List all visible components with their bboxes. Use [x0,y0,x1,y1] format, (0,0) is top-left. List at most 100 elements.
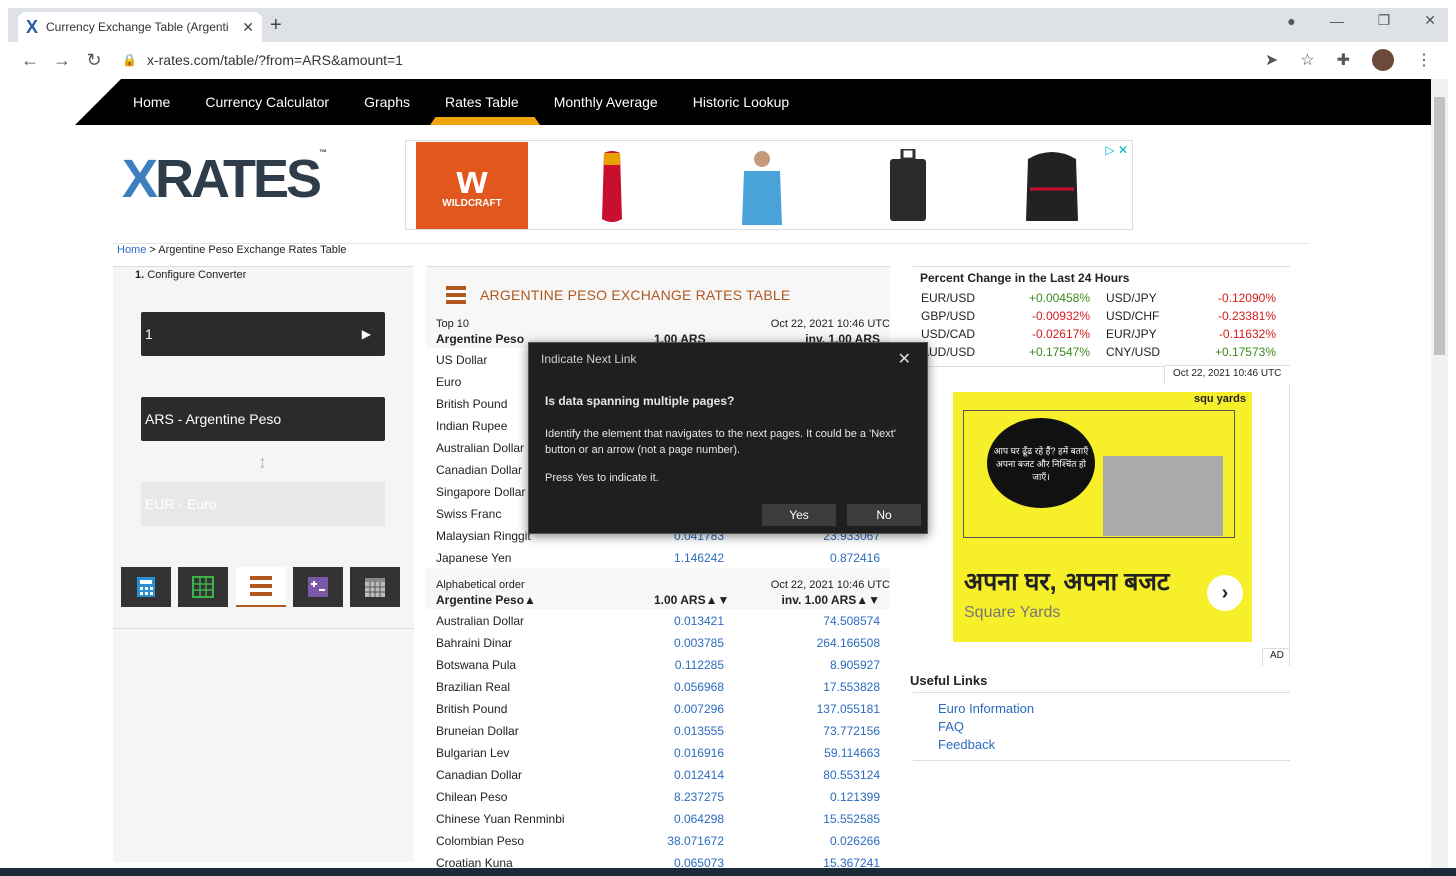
chevron-right-icon[interactable]: › [1207,575,1243,611]
nav-home[interactable]: Home [133,94,170,110]
rate-link[interactable]: 0.112285 [675,658,724,672]
rate-link[interactable]: 0.064298 [674,812,724,826]
extensions-icon[interactable]: ✚ [1337,50,1350,70]
sort-inverse-header[interactable]: inv. 1.00 ARS▲▼ [782,593,880,607]
inverse-rate-link[interactable]: 0.872416 [830,551,880,565]
currency-pair[interactable]: USD/CHF [1106,309,1159,323]
close-tab-icon[interactable]: ✕ [242,19,254,36]
inverse-rate-link[interactable]: 15.552585 [823,812,880,826]
rate-link[interactable]: 0.016916 [674,746,724,760]
back-icon[interactable]: ← [14,50,46,71]
link-faq[interactable]: FAQ [938,718,1034,736]
menu-icon[interactable]: ⋮ [1416,50,1432,70]
sort-name-header[interactable]: Argentine Peso▲ [436,593,536,607]
nav-rates-table[interactable]: Rates Table [445,94,519,110]
calculator-icon[interactable] [121,567,171,607]
rate-link[interactable]: 0.013421 [674,614,724,628]
browser-chrome: X Currency Exchange Table (Argenti ✕ + ●… [8,8,1448,78]
vertical-scrollbar[interactable] [1431,79,1448,869]
monthly-average-icon[interactable] [293,567,343,607]
currency-name: Brazilian Real [436,680,511,694]
dialog-close-icon[interactable]: ✕ [898,349,911,369]
table-row: Bruneian Dollar 0.013555 73.772156 [426,719,890,741]
currency-name: Bulgarian Lev [436,746,510,760]
inverse-rate-link[interactable]: 264.166508 [817,636,880,650]
xrates-logo[interactable]: XRATES™ [122,148,327,210]
swap-icon[interactable]: ↕ [258,452,267,473]
inverse-rate-link[interactable]: 137.055181 [817,702,880,716]
forward-icon[interactable]: → [46,50,78,71]
inverse-rate-link[interactable]: 0.121399 [830,790,880,804]
inverse-rate-link[interactable]: 59.114663 [824,746,880,760]
address-bar-row: ← → ↻ 🔒 x-rates.com/table/?from=ARS&amou… [8,42,1448,78]
currency-pair[interactable]: GBP/USD [921,309,975,323]
percent-value: -0.23381% [1217,309,1276,323]
address-bar[interactable]: 🔒 x-rates.com/table/?from=ARS&amount=1 [122,46,1265,74]
currency-pair[interactable]: EUR/JPY [1106,327,1157,341]
currency-pair[interactable]: USD/CAD [921,327,975,341]
browser-tab[interactable]: X Currency Exchange Table (Argenti ✕ [18,12,262,42]
rates-table-icon[interactable] [236,567,286,607]
currency-name: Botswana Pula [436,658,517,672]
breadcrumb-home[interactable]: Home [117,244,146,256]
currency-pair[interactable]: USD/JPY [1106,291,1157,305]
window-controls: ● — ❐ ✕ [1287,12,1436,29]
new-tab-icon[interactable]: + [270,14,282,37]
table-row: Botswana Pula 0.112285 8.905927 [426,653,890,675]
to-currency-select[interactable]: EUR - Euro [141,482,385,526]
inverse-rate-link[interactable]: 80.553124 [823,768,880,782]
table-row: Chinese Yuan Renminbi 0.064298 15.552585 [426,807,890,829]
rate-link[interactable]: 0.007296 [674,702,724,716]
inverse-rate-link[interactable]: 0.026266 [830,834,880,848]
currency-pair[interactable]: AUD/USD [921,345,975,359]
currency-name: Euro [436,375,462,389]
lock-icon[interactable]: 🔒 [122,53,137,67]
yes-button[interactable]: Yes [762,504,836,526]
nav-historic-lookup[interactable]: Historic Lookup [693,94,790,110]
graph-icon[interactable] [178,567,228,607]
avatar[interactable] [1372,49,1394,71]
currency-name: Swiss Franc [436,507,502,521]
restore-icon[interactable]: ❐ [1378,12,1391,29]
rate-link[interactable]: 0.056968 [674,680,724,694]
no-button[interactable]: No [847,504,921,526]
nav-currency-calculator[interactable]: Currency Calculator [205,94,329,110]
rate-link[interactable]: 38.071672 [667,834,724,848]
nav-graphs[interactable]: Graphs [364,94,410,110]
nav-monthly-average[interactable]: Monthly Average [554,94,658,110]
rate-link[interactable]: 0.012414 [674,768,724,782]
currency-pair[interactable]: CNY/USD [1106,345,1160,359]
square-yards-ad[interactable]: आप घर ढूँढ रहे हैं? हमें बताएँ अपना बजट … [953,392,1252,642]
table-row: Colombian Peso 38.071672 0.026266 [426,829,890,851]
close-window-icon[interactable]: ✕ [1424,12,1436,29]
from-currency-select[interactable]: ARS - Argentine Peso [141,397,385,441]
sort-rate-header[interactable]: 1.00 ARS▲▼ [654,593,729,607]
historic-calendar-icon[interactable] [350,567,400,607]
rate-link[interactable]: 0.013555 [674,724,724,738]
bookmark-star-icon[interactable]: ☆ [1300,50,1314,70]
inverse-rate-link[interactable]: 8.905927 [830,658,880,672]
ad-choices-close-icon[interactable]: ▷ ✕ [1105,143,1128,157]
rate-link[interactable]: 8.237275 [674,790,724,804]
send-icon[interactable]: ➤ [1265,50,1278,70]
currency-name: Australian Dollar [436,441,525,455]
url-text: x-rates.com/table/?from=ARS&amount=1 [146,52,403,68]
amount-input[interactable]: 1 ▶ [141,312,385,356]
breadcrumb: Home > Argentine Peso Exchange Rates Tab… [117,244,347,256]
scrollbar-thumb[interactable] [1434,97,1445,355]
play-arrow-icon[interactable]: ▶ [362,327,371,341]
minimize-icon[interactable]: — [1330,13,1344,29]
inverse-rate-link[interactable]: 73.772156 [823,724,880,738]
reload-icon[interactable]: ↻ [78,50,110,71]
percent-value: -0.02617% [1031,327,1090,341]
link-feedback[interactable]: Feedback [938,736,1034,754]
profile-menu-icon[interactable]: ● [1287,13,1295,29]
xrates-favicon-icon: X [26,16,39,37]
link-euro-information[interactable]: Euro Information [938,700,1034,718]
inverse-rate-link[interactable]: 17.553828 [823,680,880,694]
rate-link[interactable]: 0.003785 [674,636,724,650]
inverse-rate-link[interactable]: 74.508574 [823,614,880,628]
rate-link[interactable]: 1.146242 [674,551,724,565]
ad-banner[interactable]: w WILDCRAFT ▷ ✕ [405,140,1133,230]
currency-pair[interactable]: EUR/USD [921,291,975,305]
